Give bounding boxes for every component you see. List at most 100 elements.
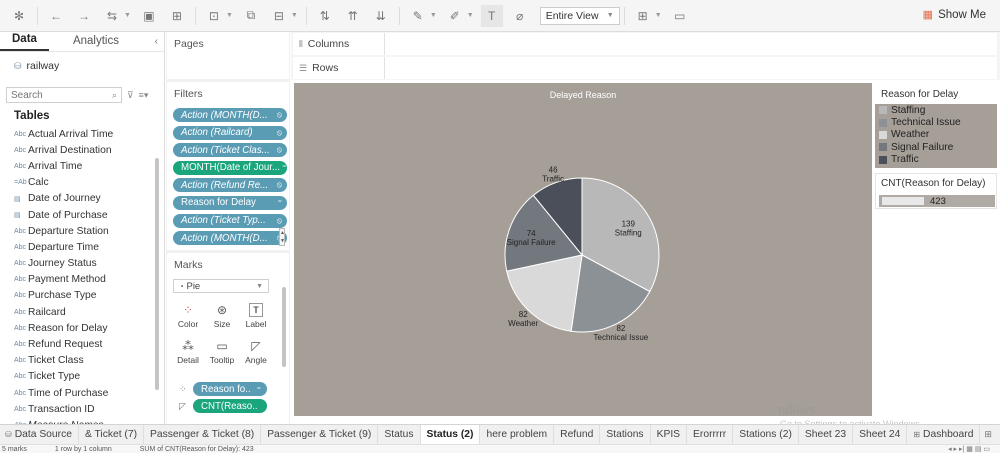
pages-card[interactable]: Pages xyxy=(167,32,289,79)
sheet-tab[interactable]: Refund xyxy=(554,425,601,444)
highlight-icon[interactable]: ✎ xyxy=(407,5,429,27)
field-item[interactable]: Abc Railcard xyxy=(0,304,164,320)
new-sheet-icon[interactable]: ⊞ xyxy=(984,429,992,440)
sheet-tab[interactable]: KPIS xyxy=(651,425,688,444)
field-item[interactable]: ▤ Date of Purchase xyxy=(0,207,164,223)
search-box[interactable]: ⌕ xyxy=(6,87,122,103)
field-item[interactable]: ▤ Date of Journey xyxy=(0,191,164,207)
color-button[interactable]: ⁘ Color xyxy=(173,301,203,333)
chevron-down-icon[interactable]: ▼ xyxy=(467,12,474,19)
fit-dropdown[interactable]: Entire View ▼ xyxy=(539,6,620,25)
tab-data-source[interactable]: ⛁ Data Source xyxy=(0,425,79,444)
field-item[interactable]: Abc Payment Method xyxy=(0,272,164,288)
presentation-icon[interactable]: ▭ xyxy=(669,5,691,27)
legend-item[interactable]: Staffing xyxy=(875,104,997,116)
duplicate-sheet-icon[interactable]: ⧉ xyxy=(240,5,262,27)
marks-scrollbar[interactable] xyxy=(282,287,286,367)
field-item[interactable]: Abc Departure Station xyxy=(0,223,164,239)
filter-pill[interactable]: Action (Ticket Typ... ⦸ xyxy=(173,213,287,228)
field-item[interactable]: Abc Time of Purchase xyxy=(0,385,164,401)
filter-pill[interactable]: MONTH(Date of Jour... ⁼ xyxy=(173,160,287,175)
sort-ascending-icon[interactable]: ⇈ xyxy=(342,5,364,27)
field-item[interactable]: Abc Journey Status xyxy=(0,256,164,272)
filter-pill[interactable]: Action (MONTH(D...⦸ xyxy=(173,231,287,246)
sheet-tab[interactable]: Erorrrrr xyxy=(687,425,734,444)
chevron-down-icon[interactable]: ▼ xyxy=(291,12,298,19)
search-input[interactable] xyxy=(11,89,101,101)
undo-icon[interactable]: ← xyxy=(45,5,67,27)
field-item[interactable]: Abc Arrival Time xyxy=(0,158,164,174)
filter-fields-icon[interactable]: ⊽ xyxy=(127,90,134,101)
tab-data[interactable]: Data xyxy=(0,33,49,51)
viz-canvas[interactable]: Delayed Reason 139 Staffing 82 Technical Is… xyxy=(294,83,872,416)
label-button[interactable]: T Label xyxy=(241,301,271,333)
marks-pill-reason[interactable]: Reason fo.. ⁼ xyxy=(193,382,267,396)
tableau-logo-icon[interactable]: ✻ xyxy=(8,5,30,27)
pin-icon[interactable]: ⌀ xyxy=(509,5,531,27)
tab-analytics[interactable]: Analytics xyxy=(61,35,131,51)
sort-descending-icon[interactable]: ⇊ xyxy=(370,5,392,27)
sheet-tab[interactable]: Sheet 23 xyxy=(799,425,854,444)
sheet-tab[interactable]: & Ticket (7) xyxy=(79,425,145,444)
view-options-icon[interactable]: ≡▾ xyxy=(139,90,149,101)
marks-pill-cnt[interactable]: CNT(Reaso.. xyxy=(193,399,267,413)
new-worksheet-icon[interactable]: ⊡ xyxy=(203,5,225,27)
filter-pill[interactable]: Reason for Delay ⁼ xyxy=(173,195,287,210)
field-item[interactable]: Abc Refund Request xyxy=(0,336,164,352)
redo-icon[interactable]: → xyxy=(73,5,95,27)
sheet-tab[interactable]: Passenger & Ticket (9) xyxy=(261,425,379,444)
filter-pill[interactable]: Action (MONTH(D...⦸ xyxy=(173,108,287,122)
field-item[interactable]: Abc Actual Arrival Time xyxy=(0,126,164,142)
field-item[interactable]: Abc Arrival Destination xyxy=(0,142,164,158)
detail-button[interactable]: ⁂ Detail xyxy=(173,337,203,369)
sheet-tab[interactable]: Passenger & Ticket (8) xyxy=(144,425,262,444)
group-icon[interactable]: ✐ xyxy=(444,5,466,27)
mark-type-dropdown[interactable]: ◔ Pie ▼ xyxy=(173,279,269,293)
chevron-down-icon[interactable]: ▼ xyxy=(124,12,131,19)
new-datasource-icon[interactable]: ⊞ xyxy=(166,5,188,27)
sheet-tab[interactable]: ⊞ Dashboard xyxy=(907,425,981,444)
field-item[interactable]: Abc Reason for Delay xyxy=(0,320,164,336)
field-item[interactable]: Abc Ticket Type xyxy=(0,369,164,385)
legend-item[interactable]: Weather xyxy=(875,129,997,141)
filter-scroll-arrows[interactable]: ▲ ▼ xyxy=(279,228,285,246)
field-item[interactable]: Abc Transaction ID xyxy=(0,401,164,417)
collapse-pane-icon[interactable]: ‹ xyxy=(155,36,158,47)
labels-icon[interactable]: T xyxy=(480,4,503,27)
sheet-tab[interactable]: here problem xyxy=(480,425,555,444)
size-button[interactable]: ⊛ Size xyxy=(207,301,237,333)
angle-button[interactable]: ◸ Angle xyxy=(241,337,271,369)
datasource-item[interactable]: ⛁ railway xyxy=(14,60,164,72)
sheet-tab[interactable]: Status xyxy=(378,425,421,444)
chevron-down-icon[interactable]: ▼ xyxy=(226,12,233,19)
sheet-tab[interactable]: Stations (2) xyxy=(733,425,799,444)
legend-item[interactable]: Technical Issue xyxy=(875,116,997,128)
tooltip-button[interactable]: ▭ Tooltip xyxy=(207,337,237,369)
field-item[interactable]: Abc Departure Time xyxy=(0,239,164,255)
label-label: Label xyxy=(245,319,267,329)
data-pane-scrollbar[interactable] xyxy=(155,158,159,390)
show-me-button[interactable]: ▦ Show Me xyxy=(923,8,986,22)
field-item[interactable]: Abc Ticket Class xyxy=(0,353,164,369)
columns-shelf[interactable]: ⫴ Columns xyxy=(293,33,997,55)
filter-pill[interactable]: Action (Ticket Clas... ⦸ xyxy=(173,143,287,158)
filter-pill[interactable]: Action (Railcard) ⦸ xyxy=(173,125,287,140)
legend-item[interactable]: Signal Failure xyxy=(875,141,997,153)
sheet-tab[interactable]: Status (2) xyxy=(420,425,481,444)
filter-pill[interactable]: Action (Refund Re... ⦸ xyxy=(173,178,287,193)
save-icon[interactable]: ▣ xyxy=(138,5,160,27)
show-cards-icon[interactable]: ⊞ xyxy=(632,5,654,27)
legend-item[interactable]: Traffic xyxy=(875,154,997,166)
chevron-down-icon[interactable]: ▼ xyxy=(430,12,437,19)
replay-icon[interactable]: ⇆ xyxy=(101,5,123,27)
rows-shelf[interactable]: ☰ Rows xyxy=(293,57,997,79)
status-nav-arrows[interactable]: ◂ ▸ ▸| ▦ ▤ ▭ xyxy=(948,445,990,453)
chevron-down-icon[interactable]: ▼ xyxy=(655,12,662,19)
sheet-tab[interactable]: Sheet 24 xyxy=(853,425,908,444)
sheet-tab[interactable]: Stations xyxy=(600,425,651,444)
swap-icon[interactable]: ⇅ xyxy=(314,5,336,27)
clear-sheet-icon[interactable]: ⊟ xyxy=(268,5,290,27)
slice-name-label: Technical Issue xyxy=(594,333,649,342)
field-item[interactable]: =Ab Calc xyxy=(0,175,164,191)
field-item[interactable]: Abc Purchase Type xyxy=(0,288,164,304)
